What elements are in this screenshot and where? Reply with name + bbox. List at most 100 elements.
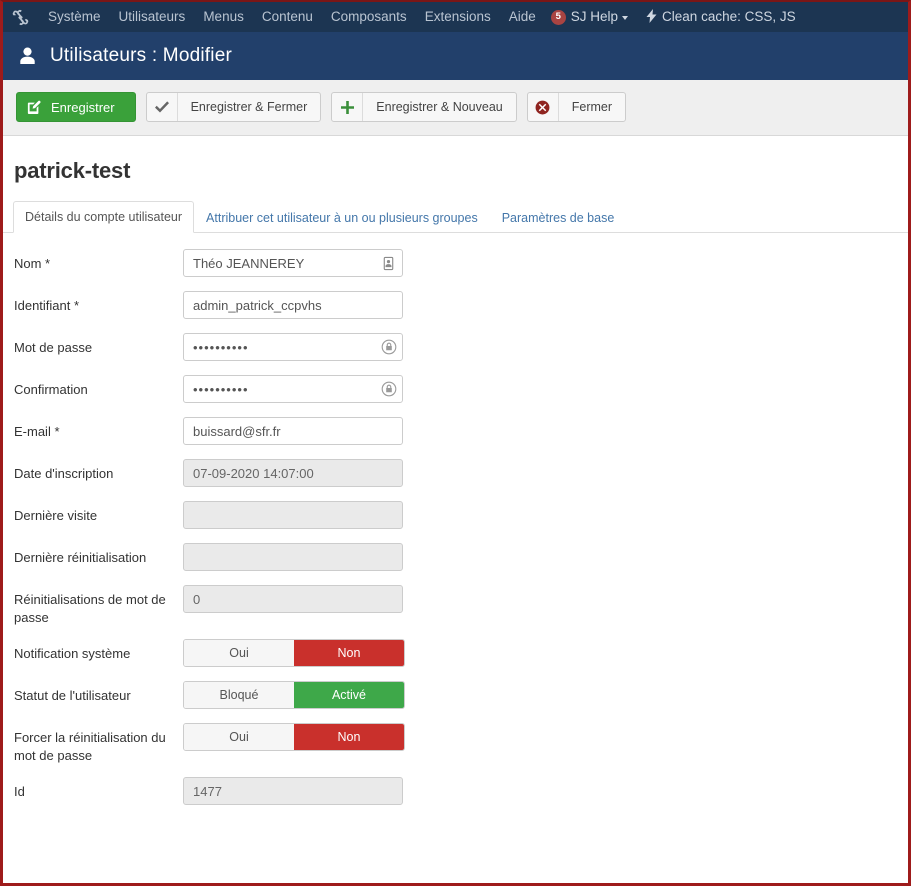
control-username [183,291,403,319]
close-button[interactable]: Fermer [526,92,627,122]
control-last-reset [183,543,403,571]
page-title: Utilisateurs : Modifier [50,45,232,66]
nav-item-utilisateurs[interactable]: Utilisateurs [110,2,195,32]
clean-cache-button[interactable]: Clean cache: CSS, JS [636,2,796,32]
save-and-close-label: Enregistrer & Fermer [190,100,308,114]
edit-square-icon [17,93,51,121]
clean-cache-label: Clean cache: CSS, JS [662,9,796,24]
user-icon [17,46,37,66]
label-reset-count: Réinitialisations de mot de passe [14,592,166,625]
tab-bar: Détails du compte utilisateur Attribuer … [3,201,908,233]
nav-item-aide[interactable]: Aide [500,2,545,32]
last-visit-input [183,501,403,529]
field-row-last-reset: Dernière réinitialisation [3,543,908,573]
save-and-close-button[interactable]: Enregistrer & Fermer [145,92,322,122]
label-last-reset: Dernière réinitialisation [14,550,147,565]
contact-card-icon[interactable] [375,250,402,276]
save-button[interactable]: Enregistrer [16,92,136,122]
register-date-input [183,459,403,487]
top-navigation-bar: Système Utilisateurs Menus Contenu Compo… [3,2,908,32]
email-input[interactable] [183,417,403,445]
control-user-status: Bloqué Activé [183,681,405,709]
editor-toolbar: Enregistrer Enregistrer & Fermer Enregis… [3,80,908,136]
control-password-confirm [183,375,403,403]
system-notification-toggle[interactable]: Oui Non [183,639,405,667]
password-reveal-icon[interactable] [375,334,402,360]
user-status-option-enabled[interactable]: Activé [294,682,404,708]
nav-item-composants[interactable]: Composants [322,2,416,32]
id-input [183,777,403,805]
sj-help-menu[interactable]: 5 SJ Help [545,2,636,32]
password-confirm-input[interactable] [183,375,403,403]
force-reset-option-yes[interactable]: Oui [184,724,294,750]
field-row-force-reset: Forcer la réinitialisation du mot de pas… [3,723,908,765]
control-password [183,333,403,361]
control-reset-count [183,585,403,613]
label-register-date: Date d'inscription [14,466,114,481]
control-force-reset: Oui Non [183,723,405,751]
nav-item-contenu[interactable]: Contenu [253,2,322,32]
close-button-label: Fermer [571,100,613,114]
label-force-reset: Forcer la réinitialisation du mot de pas… [14,730,166,763]
user-status-option-blocked[interactable]: Bloqué [184,682,294,708]
force-reset-option-no[interactable]: Non [294,724,404,750]
nav-item-systeme[interactable]: Système [39,2,110,32]
system-notification-option-no[interactable]: Non [294,640,404,666]
force-reset-toggle[interactable]: Oui Non [183,723,405,751]
tab-details-compte[interactable]: Détails du compte utilisateur [13,201,195,233]
control-name [183,249,403,277]
tab-attribuer-groupes[interactable]: Attribuer cet utilisateur à un ou plusie… [194,202,490,233]
save-button-label: Enregistrer [51,99,115,115]
system-notification-option-yes[interactable]: Oui [184,640,294,666]
control-email [183,417,403,445]
field-row-user-status: Statut de l'utilisateur Bloqué Activé [3,681,908,711]
save-and-new-button[interactable]: Enregistrer & Nouveau [331,92,517,122]
nav-item-extensions[interactable]: Extensions [416,2,500,32]
check-icon [147,93,178,121]
content-area: patrick-test Détails du compte utilisate… [3,136,908,807]
record-title: patrick-test [14,158,131,183]
nav-item-menus[interactable]: Menus [194,2,253,32]
joomla-logo-icon[interactable] [11,8,29,26]
app-window: Système Utilisateurs Menus Contenu Compo… [0,0,911,886]
close-circle-icon [528,93,559,121]
last-reset-input [183,543,403,571]
label-id: Id [14,784,25,799]
label-password: Mot de passe [14,340,93,355]
save-and-new-label: Enregistrer & Nouveau [376,100,503,114]
field-row-system-notification: Notification système Oui Non [3,639,908,669]
label-password-confirm: Confirmation [14,382,88,397]
control-register-date [183,459,403,487]
name-input[interactable] [183,249,403,277]
control-last-visit [183,501,403,529]
sj-help-badge: 5 [550,9,566,25]
plus-icon [332,93,364,121]
sj-help-label: SJ Help [570,9,619,24]
field-row-name: Nom * [3,249,908,279]
lightning-bolt-icon [646,8,657,26]
username-input[interactable] [183,291,403,319]
field-row-password-confirm: Confirmation [3,375,908,405]
user-status-toggle[interactable]: Bloqué Activé [183,681,405,709]
label-last-visit: Dernière visite [14,508,98,523]
reset-count-input [183,585,403,613]
password-reveal-icon[interactable] [375,376,402,402]
user-details-form: Nom * Identifiant * [3,233,908,807]
label-user-status: Statut de l'utilisateur [14,688,131,703]
field-row-last-visit: Dernière visite [3,501,908,531]
label-name: Nom * [14,256,51,271]
field-row-reset-count: Réinitialisations de mot de passe [3,585,908,627]
field-row-register-date: Date d'inscription [3,459,908,489]
label-email: E-mail * [14,424,60,439]
label-system-notification: Notification système [14,646,131,661]
label-username: Identifiant * [14,298,80,313]
page-header: Utilisateurs : Modifier [3,32,908,80]
field-row-email: E-mail * [3,417,908,447]
control-system-notification: Oui Non [183,639,405,667]
password-input[interactable] [183,333,403,361]
field-row-id: Id [3,777,908,807]
field-row-username: Identifiant * [3,291,908,321]
chevron-down-icon [622,16,629,20]
tab-parametres-de-base[interactable]: Paramètres de base [490,202,627,233]
control-id [183,777,403,805]
